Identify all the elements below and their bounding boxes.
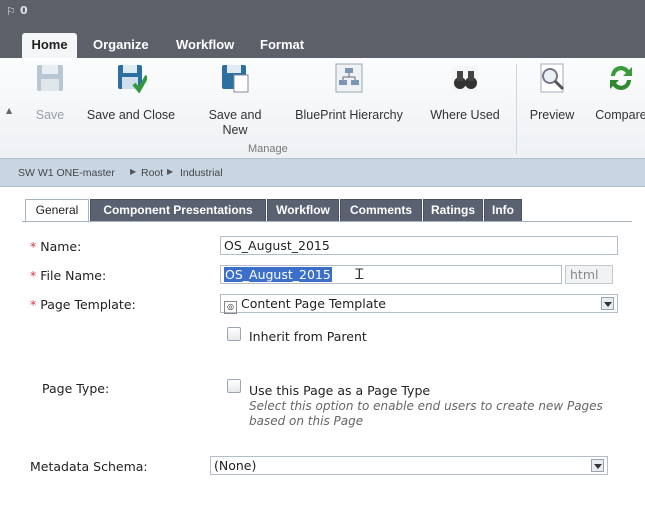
name-input[interactable]: OS_August_2015 (220, 236, 618, 255)
file-name-input[interactable]: OS_August_2015 Ꮖ (220, 265, 562, 284)
breadcrumb-item[interactable]: SW W1 ONE-master (18, 167, 115, 179)
text-cursor-icon: Ꮖ (355, 267, 365, 283)
breadcrumb-separator-icon: ▶ (167, 167, 174, 176)
save-label: Save (35, 108, 65, 122)
preview-button[interactable]: Preview (523, 62, 581, 123)
page-type-hint-line: based on this Page (249, 414, 364, 428)
blueprint-hierarchy-icon (335, 63, 363, 93)
preview-label: Preview (529, 108, 575, 122)
breadcrumb-item[interactable]: Root (141, 167, 163, 179)
tab-home[interactable]: Home (22, 33, 77, 58)
ribbon: ▲ Save Save and Close Save and New BlueP… (0, 58, 645, 159)
tab-general[interactable]: General (25, 199, 89, 223)
tab-organize[interactable]: Organize (93, 37, 149, 52)
save-icon (37, 65, 63, 91)
required-marker: * (30, 268, 37, 283)
name-label-text: Name: (40, 239, 82, 254)
breadcrumb-item[interactable]: Industrial (180, 167, 223, 179)
tab-component-presentations[interactable]: Component Presentations (90, 199, 266, 221)
ribbon-group-label: Manage (248, 143, 288, 155)
compare-button[interactable]: Compare (586, 62, 645, 123)
chevron-down-icon[interactable] (591, 459, 604, 472)
compare-icon (610, 66, 632, 91)
ribbon-separator (516, 64, 517, 154)
page-template-value: Content Page Template (240, 296, 386, 311)
where-used-label: Where Used (430, 108, 500, 122)
page-type-hint-line: Select this option to enable end users t… (249, 399, 603, 413)
file-name-label-text: File Name: (40, 268, 107, 283)
save-close-icon (118, 65, 149, 94)
chevron-down-icon[interactable] (601, 297, 614, 310)
page-type-checkbox[interactable] (227, 379, 241, 393)
save-button[interactable]: Save (30, 62, 70, 123)
file-name-label: * File Name: (30, 268, 106, 283)
tab-ratings[interactable]: Ratings (423, 199, 483, 221)
page-type-hint: Select this option to enable end users t… (249, 399, 639, 429)
save-close-label: Save and Close (86, 108, 176, 122)
where-used-button[interactable]: Where Used (420, 62, 510, 123)
inherit-from-parent-label: Inherit from Parent (249, 329, 367, 344)
save-new-label-2: New (222, 123, 248, 137)
breadcrumb-separator-icon: ▶ (130, 167, 137, 176)
template-icon: ◎ (224, 301, 237, 314)
required-marker: * (30, 239, 37, 254)
metadata-schema-value: (None) (214, 458, 257, 473)
tab-workflow-page[interactable]: Workflow (267, 199, 339, 221)
save-new-label-1: Save and (208, 108, 262, 122)
save-and-close-button[interactable]: Save and Close (78, 62, 184, 123)
breadcrumb: SW W1 ONE-master ▶ Root ▶ Industrial (0, 159, 645, 187)
file-extension-field: html (565, 265, 613, 284)
metadata-schema-select[interactable]: (None) (210, 456, 608, 475)
tab-format[interactable]: Format (260, 37, 304, 52)
page-type-option-label: Use this Page as a Page Type (249, 383, 431, 398)
flag-icon: ⚐ (6, 5, 16, 18)
title-bar: ⚐ 0 (0, 0, 645, 24)
file-name-selection: OS_August_2015 (224, 267, 332, 282)
name-label: * Name: (30, 239, 81, 254)
metadata-schema-label: Metadata Schema: (30, 459, 148, 474)
preview-icon (540, 63, 565, 93)
page-template-label: * Page Template: (30, 297, 136, 312)
page-template-label-text: Page Template: (40, 297, 136, 312)
inherit-from-parent-checkbox[interactable] (227, 327, 241, 341)
title-count: 0 (20, 4, 28, 17)
page-type-label: Page Type: (42, 381, 110, 396)
page-template-select[interactable]: ◎ Content Page Template (220, 294, 618, 314)
binoculars-icon (452, 66, 478, 92)
blueprint-hierarchy-button[interactable]: BluePrint Hierarchy (284, 62, 414, 123)
ribbon-tab-bar: Home Organize Workflow Format (0, 24, 645, 58)
ribbon-scroll-left-icon[interactable]: ▲ (6, 106, 12, 115)
tab-info[interactable]: Info (484, 199, 522, 221)
required-marker: * (30, 297, 37, 312)
save-and-new-button[interactable]: Save and New (200, 62, 270, 138)
blueprint-hierarchy-label: BluePrint Hierarchy (295, 108, 403, 122)
tab-comments[interactable]: Comments (340, 199, 422, 221)
tab-workflow[interactable]: Workflow (176, 37, 234, 52)
compare-label: Compare (595, 108, 645, 122)
tab-underline (22, 221, 632, 222)
save-new-icon (222, 65, 249, 93)
